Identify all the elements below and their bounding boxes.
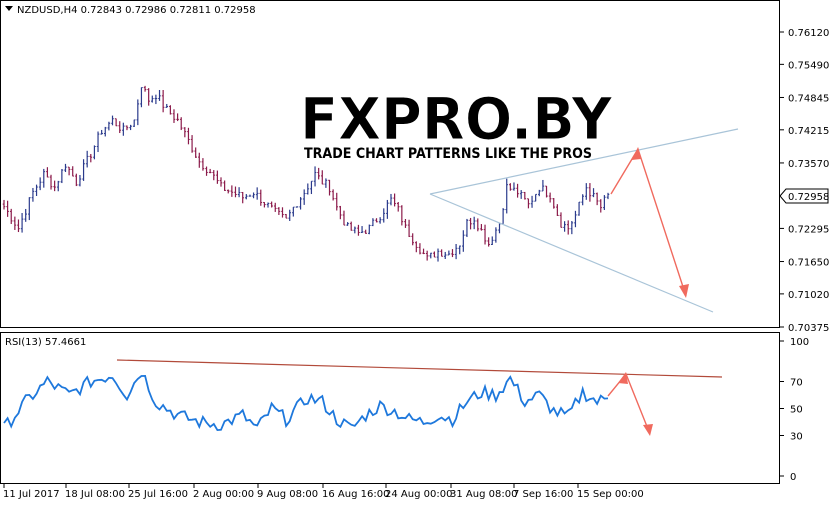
time-axis-label: 7 Sep 16:00	[513, 489, 573, 500]
current-price-tag: 0.72958	[779, 188, 829, 204]
price-tick-label: 0.74215	[788, 126, 829, 137]
watermark-tagline: TRADE CHART PATTERNS LIKE THE PROS	[304, 146, 592, 162]
rsi-header: RSI(13) 57.4661	[5, 337, 86, 348]
price-tick-label: 0.72295	[788, 224, 829, 235]
main-chart-header: NZDUSD,H4 0.72843 0.72986 0.72811 0.7295…	[17, 5, 256, 16]
price-tick-label: 0.71020	[788, 290, 829, 301]
time-axis-label: 24 Aug 00:00	[385, 489, 452, 500]
fxpro-watermark: FXPRO.BY TRADE CHART PATTERNS LIKE THE P…	[300, 80, 613, 162]
time-axis-label: 9 Aug 08:00	[257, 489, 318, 500]
time-axis-label: 16 Aug 16:00	[322, 489, 389, 500]
price-scale[interactable]: 0.76120 0.75490 0.74845 0.74215 0.73570 0.722…	[780, 28, 829, 334]
price-tick-label: 0.73570	[788, 159, 829, 170]
chart-canvas[interactable]: 0.76120 0.75490 0.74845 0.74215 0.73570 0.722…	[0, 0, 829, 504]
rsi-tick-label: 70	[790, 378, 803, 389]
time-axis-label: 15 Sep 00:00	[577, 489, 644, 500]
price-tick-label: 0.70375	[788, 323, 829, 334]
time-axis-label: 18 Jul 08:00	[65, 489, 125, 500]
rsi-panel[interactable]	[0, 332, 780, 484]
rsi-tick-label: 50	[790, 405, 803, 416]
main-chart-panel[interactable]	[0, 0, 780, 328]
rsi-scale[interactable]: 100 70 50 30 0	[780, 337, 809, 483]
chart-window[interactable]: 0.76120 0.75490 0.74845 0.74215 0.73570 0.722…	[0, 0, 829, 504]
price-tick-label: 0.75490	[788, 60, 829, 71]
time-axis[interactable]: 11 Jul 2017 18 Jul 08:00 25 Jul 16:00 2 Aug…	[3, 484, 644, 500]
current-price-label: 0.72958	[788, 192, 829, 203]
rsi-tick-label: 100	[790, 337, 809, 348]
watermark-logo: FXPRO.BY	[300, 85, 613, 153]
time-axis-label: 11 Jul 2017	[3, 489, 60, 500]
time-axis-label: 2 Aug 00:00	[193, 489, 254, 500]
time-axis-label: 25 Jul 16:00	[128, 489, 188, 500]
time-axis-label: 31 Aug 08:00	[450, 489, 517, 500]
rsi-tick-label: 30	[790, 432, 803, 443]
price-tick-label: 0.74845	[788, 93, 829, 104]
rsi-tick-label: 0	[790, 472, 796, 483]
price-tick-label: 0.71650	[788, 258, 829, 269]
price-tick-label: 0.76120	[788, 28, 829, 39]
